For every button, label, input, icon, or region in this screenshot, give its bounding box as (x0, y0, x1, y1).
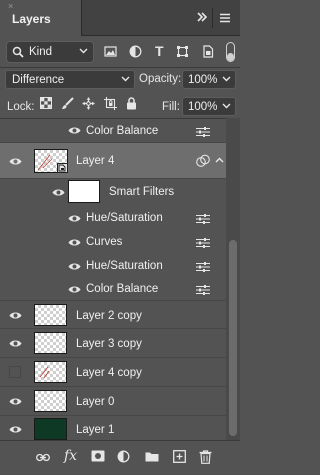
eye-icon[interactable] (9, 397, 22, 406)
layer-name[interactable]: Layer 4 copy (76, 367, 142, 379)
lock-image-pixels-icon[interactable] (61, 97, 74, 110)
layer-row[interactable]: Layer 4 copy (0, 358, 226, 387)
layer-name[interactable]: Layer 4 (76, 155, 114, 167)
new-group-icon[interactable] (145, 451, 159, 462)
header-separator (212, 8, 213, 28)
layer-name[interactable]: Layer 0 (76, 396, 114, 408)
smart-filter-item[interactable]: Hue/Saturation (0, 254, 226, 278)
chevron-down-icon (79, 48, 88, 54)
smart-filter-name: Color Balance (86, 283, 159, 295)
pixel-layer-filter-icon[interactable] (104, 45, 117, 58)
smart-object-badge-icon (57, 163, 68, 173)
chevron-down-icon (222, 76, 231, 82)
eye-icon[interactable] (68, 214, 81, 223)
smart-filter-name: Hue/Saturation (86, 212, 163, 224)
filter-blending-options-icon[interactable] (196, 238, 210, 248)
smart-filters-row[interactable]: Smart Filters (0, 179, 226, 206)
smart-filter-item[interactable]: Color Balance (0, 278, 226, 301)
smart-filters-indicator-icon (196, 154, 210, 168)
layer-name[interactable]: Layer 1 (76, 424, 114, 436)
eye-icon[interactable] (68, 238, 81, 247)
layer-row[interactable]: Layer 3 copy (0, 329, 226, 358)
filter-blending-options-icon[interactable] (196, 262, 210, 272)
link-layers-icon[interactable] (36, 453, 50, 462)
chevron-down-icon (121, 76, 130, 82)
eye-icon[interactable] (9, 157, 22, 166)
close-icon[interactable]: × (8, 2, 13, 11)
new-adjustment-layer-icon[interactable] (117, 450, 130, 463)
lock-label: Lock: (7, 101, 35, 113)
layer-name[interactable]: Layer 2 copy (76, 310, 142, 322)
smart-filter-name: Hue/Saturation (86, 260, 163, 272)
smart-object-filter-icon[interactable] (202, 45, 214, 58)
layer-row[interactable]: Layer 1 (0, 416, 226, 440)
divider (0, 67, 240, 68)
smart-filter-mask-thumbnail[interactable] (68, 180, 100, 203)
eye-icon[interactable] (68, 262, 81, 271)
adjustment-layer-filter-icon[interactable] (129, 45, 142, 58)
delete-layer-icon[interactable] (199, 450, 212, 464)
lock-transparent-pixels-icon[interactable] (40, 97, 52, 109)
layer-thumbnail (34, 332, 67, 354)
layers-list[interactable]: Color Balance Layer 4 Smart Filters Hue/… (0, 118, 226, 440)
double-chevron-right-icon[interactable] (196, 11, 208, 23)
new-layer-icon[interactable] (173, 450, 186, 463)
filter-kind-select[interactable]: Kind (6, 41, 94, 63)
layer-row[interactable]: Layer 0 (0, 387, 226, 416)
opacity-field[interactable]: 100% (182, 70, 236, 89)
scrollbar-thumb[interactable] (229, 240, 237, 436)
layer-thumbnail (34, 390, 67, 412)
layer-effect-row[interactable]: Color Balance (0, 119, 226, 143)
filter-toggle-switch[interactable] (226, 42, 235, 62)
tab-layers[interactable]: × Layers (0, 0, 82, 36)
smart-filter-item[interactable]: Curves (0, 230, 226, 254)
smart-filter-item[interactable]: Hue/Saturation (0, 206, 226, 230)
fill-field[interactable]: 100% (182, 97, 236, 116)
layer-row[interactable]: Layer 2 copy (0, 301, 226, 329)
filter-blending-options-icon[interactable] (196, 214, 210, 224)
add-layer-style-icon[interactable]: fx (64, 448, 77, 464)
blend-mode-value: Difference (12, 74, 65, 86)
filter-blending-options-icon[interactable] (196, 285, 210, 295)
layer-thumbnail (34, 304, 67, 326)
eye-icon[interactable] (9, 425, 22, 434)
type-layer-filter-icon[interactable]: T (155, 43, 164, 59)
layer-row-layer-4[interactable]: Layer 4 (0, 143, 226, 179)
lock-all-icon[interactable] (126, 97, 137, 110)
fill-value: 100% (188, 101, 218, 113)
eye-icon[interactable] (52, 188, 65, 197)
eye-icon[interactable] (9, 311, 22, 320)
eye-icon[interactable] (68, 126, 81, 135)
panel-title: Layers (12, 12, 51, 26)
fill-label: Fill: (162, 101, 180, 113)
layer-thumbnail (34, 149, 68, 173)
layer-filter-row: Kind T (0, 40, 240, 64)
layer-thumbnail (34, 361, 67, 383)
add-mask-icon[interactable] (91, 450, 105, 462)
eye-icon[interactable] (9, 339, 22, 348)
opacity-label: Opacity: (139, 73, 182, 85)
shape-layer-filter-icon[interactable] (176, 45, 189, 58)
filter-kind-label: Kind (29, 46, 53, 58)
search-icon (12, 46, 24, 58)
chevron-up-icon[interactable] (215, 157, 224, 163)
lock-position-icon[interactable] (82, 97, 95, 110)
layers-toolbar: fx (0, 440, 240, 475)
layer-thumbnail (34, 418, 67, 440)
filter-blending-options-icon[interactable] (196, 127, 210, 137)
visibility-toggle-off[interactable] (9, 366, 21, 378)
eye-icon[interactable] (68, 285, 81, 294)
hamburger-menu-icon[interactable] (219, 12, 231, 24)
layer-name[interactable]: Layer 3 copy (76, 338, 142, 350)
layer-effect-name: Color Balance (86, 125, 159, 137)
blend-mode-select[interactable]: Difference (5, 70, 135, 89)
panel-header: × Layers (0, 0, 240, 36)
smart-filters-label: Smart Filters (109, 186, 175, 198)
opacity-value: 100% (188, 74, 218, 86)
lock-artboard-icon[interactable] (104, 97, 117, 110)
smart-filter-name: Curves (86, 236, 123, 248)
chevron-down-icon (222, 103, 231, 109)
